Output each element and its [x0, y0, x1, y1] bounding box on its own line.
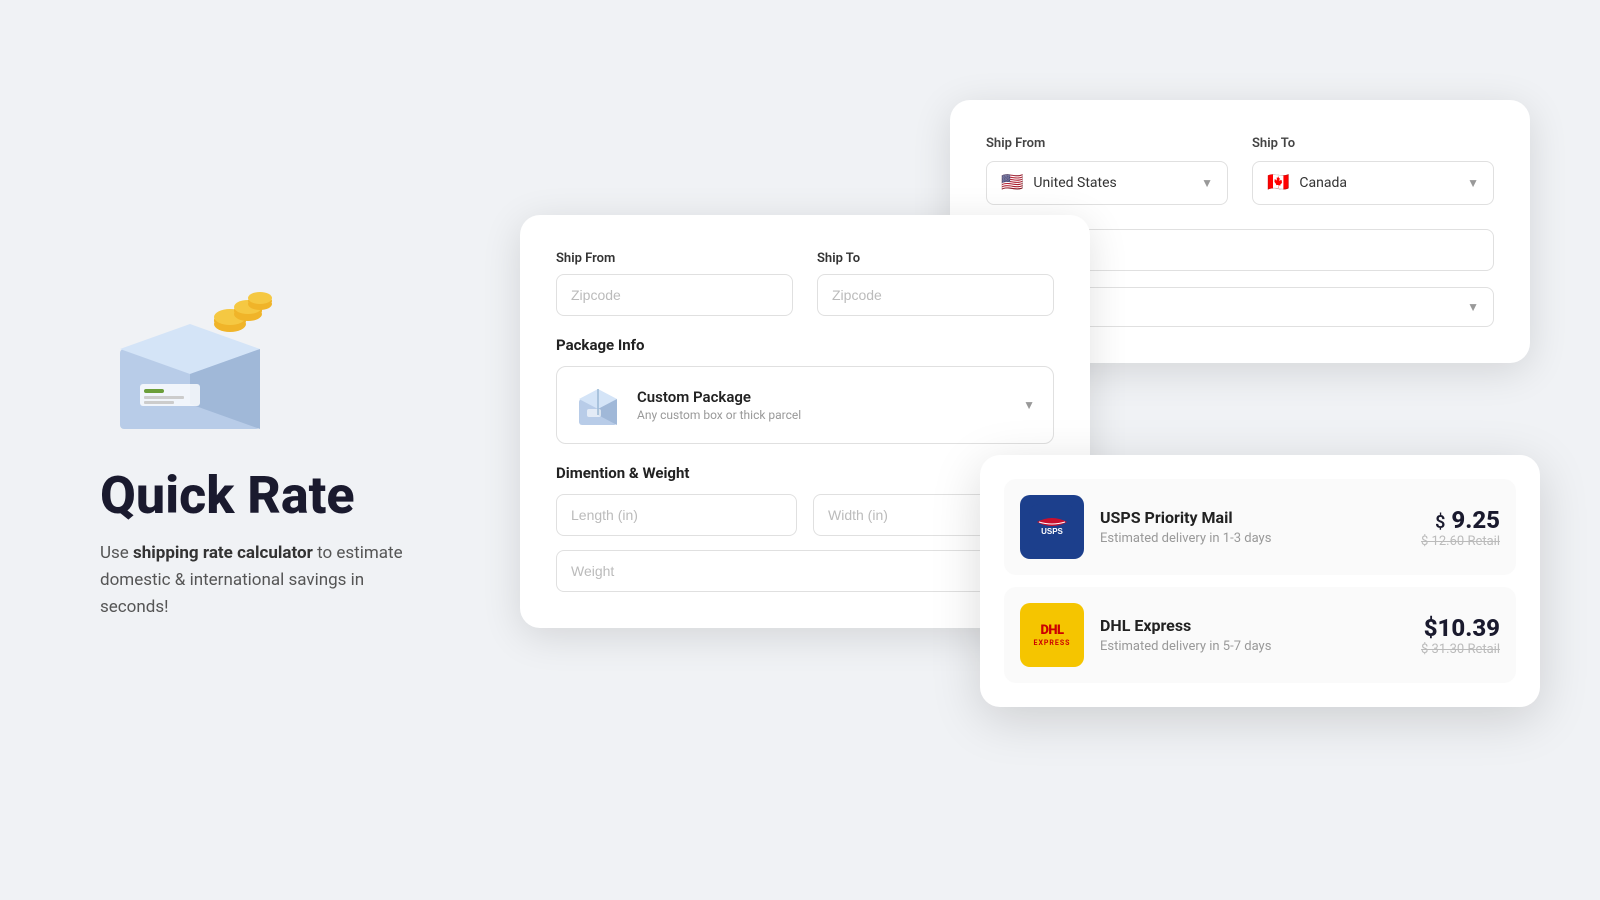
ship-to-label-front: Ship To	[817, 251, 1054, 266]
dhl-carrier-name: DHL Express	[1100, 616, 1405, 635]
left-panel: Quick Rate Use shipping rate calculator …	[50, 239, 470, 662]
svg-text:USPS: USPS	[1041, 527, 1063, 536]
dhl-retail-price: $ 31.30 Retail	[1421, 642, 1500, 657]
usps-price: $ 9.25	[1421, 506, 1500, 534]
chevron-down-icon-state: ▼	[1467, 300, 1479, 314]
us-flag-icon: 🇺🇸	[1001, 174, 1023, 192]
from-zipcode-input[interactable]	[556, 274, 793, 316]
package-name: Custom Package	[637, 388, 801, 406]
right-panel: Ship From 🇺🇸 United States ▼ Ship To 🇨🇦	[470, 40, 1550, 860]
usps-logo: USPS	[1020, 495, 1084, 559]
result-item-dhl: DHL EXPRESS DHL Express Estimated delive…	[1004, 587, 1516, 683]
chevron-down-icon-from: ▼	[1201, 176, 1213, 190]
ship-to-dropdown-back[interactable]: 🇨🇦 Canada ▼	[1252, 161, 1494, 205]
ca-flag-icon: 🇨🇦	[1267, 174, 1289, 192]
dhl-delivery: Estimated delivery in 5-7 days	[1100, 639, 1405, 654]
chevron-down-icon-package: ▼	[1023, 398, 1035, 412]
dhl-logo: DHL EXPRESS	[1020, 603, 1084, 667]
app-description: Use shipping rate calculator to estimate…	[100, 540, 420, 622]
ship-from-country-back: United States	[1033, 175, 1116, 191]
usps-retail-price: $ 12.60 Retail	[1421, 534, 1500, 549]
results-card: USPS USPS Priority Mail Estimated delive…	[980, 455, 1540, 707]
app-title: Quick Rate	[100, 467, 420, 524]
package-info-title: Package Info	[556, 336, 1054, 354]
ship-from-label-front: Ship From	[556, 251, 793, 266]
usps-carrier-name: USPS Priority Mail	[1100, 508, 1405, 527]
to-zipcode-input[interactable]	[817, 274, 1054, 316]
package-desc: Any custom box or thick parcel	[637, 408, 801, 422]
ship-to-label-back: Ship To	[1252, 136, 1494, 151]
package-icon	[575, 381, 623, 429]
usps-delivery: Estimated delivery in 1-3 days	[1100, 531, 1405, 546]
ship-to-country-back: Canada	[1299, 175, 1347, 191]
result-item-usps: USPS USPS Priority Mail Estimated delive…	[1004, 479, 1516, 575]
ship-from-dropdown-back[interactable]: 🇺🇸 United States ▼	[986, 161, 1228, 205]
ship-from-label-back: Ship From	[986, 136, 1228, 151]
length-input[interactable]	[556, 494, 797, 536]
box-illustration	[100, 279, 280, 439]
package-selector[interactable]: Custom Package Any custom box or thick p…	[556, 366, 1054, 444]
dhl-price: $10.39	[1421, 614, 1500, 642]
chevron-down-icon-to: ▼	[1467, 176, 1479, 190]
